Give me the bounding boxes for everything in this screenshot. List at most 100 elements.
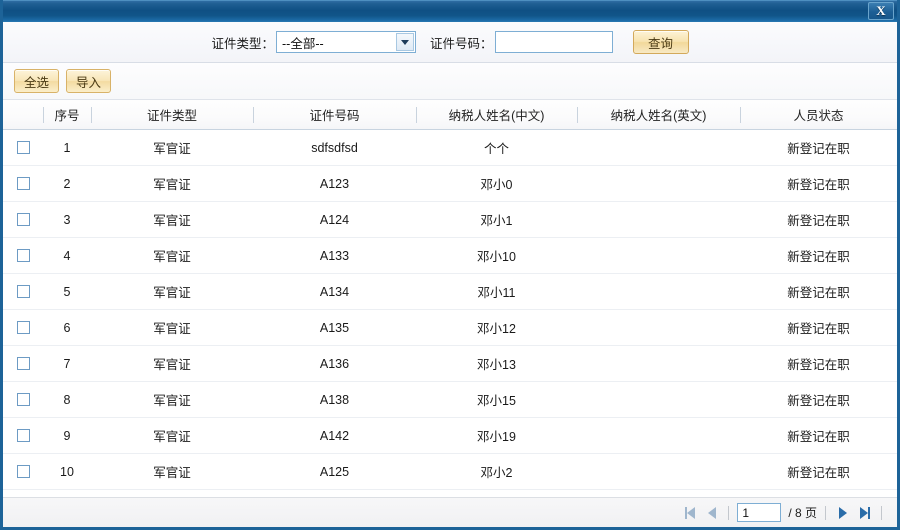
next-page-icon[interactable]	[834, 504, 851, 521]
table-row[interactable]: 6军官证A135邓小12 新登记在职	[3, 310, 897, 346]
pager-divider	[728, 506, 729, 520]
row-checkbox[interactable]	[3, 393, 43, 406]
row-checkbox[interactable]	[3, 177, 43, 190]
cert-type-select-value: --全部--	[277, 33, 324, 52]
cell-seq: 7	[43, 357, 91, 371]
cell-seq: 8	[43, 393, 91, 407]
row-checkbox[interactable]	[3, 285, 43, 298]
cell-cert-number: A142	[253, 429, 416, 443]
checkbox-icon[interactable]	[17, 213, 30, 226]
row-checkbox[interactable]	[3, 465, 43, 478]
application-window: X 证件类型： --全部-- 证件号码： 查询 全选 导入 序号 证件类型 证件…	[0, 0, 900, 530]
cell-name-cn: 邓小0	[416, 174, 577, 193]
cell-cert-type: 军官证	[91, 390, 253, 409]
action-toolbar: 全选 导入	[3, 63, 897, 100]
table-row[interactable]: 5军官证A134邓小11新登记在职	[3, 274, 897, 310]
cell-name-cn: 个个	[416, 138, 577, 157]
cell-status: 新登记在职	[740, 390, 897, 409]
page-number-input[interactable]	[737, 503, 781, 522]
cell-seq: 3	[43, 213, 91, 227]
checkbox-icon[interactable]	[17, 285, 30, 298]
cell-status: 新登记在职	[740, 210, 897, 229]
close-icon[interactable]: X	[868, 2, 894, 20]
cell-status: 新登记在职	[740, 354, 897, 373]
cell-name-cn: 邓小13	[416, 354, 577, 373]
search-bar: 证件类型： --全部-- 证件号码： 查询	[3, 22, 897, 63]
cell-name-cn: 邓小15	[416, 390, 577, 409]
cell-cert-type: 军官证	[91, 462, 253, 481]
row-checkbox[interactable]	[3, 321, 43, 334]
cell-cert-number: A124	[253, 213, 416, 227]
cell-name-cn: 邓小12	[416, 318, 577, 337]
table-row[interactable]: 3军官证A124邓小1 新登记在职	[3, 202, 897, 238]
checkbox-icon[interactable]	[17, 465, 30, 478]
cell-seq: 2	[43, 177, 91, 191]
cell-status: 新登记在职	[740, 318, 897, 337]
cert-number-label: 证件号码：	[430, 33, 493, 52]
cell-name-cn: 邓小19	[416, 426, 577, 445]
title-bar: X	[0, 0, 900, 22]
column-header-status: 人员状态	[740, 105, 897, 124]
select-all-button[interactable]: 全选	[14, 69, 59, 93]
last-page-icon[interactable]	[856, 504, 873, 521]
cell-name-cn: 邓小11	[416, 282, 577, 301]
cell-cert-number: sdfsdfsd	[253, 141, 416, 155]
cell-seq: 4	[43, 249, 91, 263]
column-header-name-cn: 纳税人姓名(中文)	[416, 105, 577, 124]
cell-seq: 10	[43, 465, 91, 479]
cell-name-cn: 邓小10	[416, 246, 577, 265]
table-row[interactable]: 10军官证A125邓小2 新登记在职	[3, 454, 897, 490]
cell-cert-number: A125	[253, 465, 416, 479]
cell-name-cn: 邓小1	[416, 210, 577, 229]
cell-status: 新登记在职	[740, 282, 897, 301]
row-checkbox[interactable]	[3, 249, 43, 262]
checkbox-icon[interactable]	[17, 357, 30, 370]
checkbox-icon[interactable]	[17, 249, 30, 262]
cell-cert-number: A135	[253, 321, 416, 335]
column-header-seq: 序号	[43, 105, 91, 124]
cell-cert-type: 军官证	[91, 210, 253, 229]
cell-status: 新登记在职	[740, 462, 897, 481]
table-row[interactable]: 4军官证A133邓小10新登记在职	[3, 238, 897, 274]
table-body: 1军官证sdfsdfsd个个新登记在职2军官证A123邓小0新登记在职3军官证A…	[3, 130, 897, 497]
import-button[interactable]: 导入	[66, 69, 111, 93]
chevron-down-icon[interactable]	[396, 33, 414, 51]
checkbox-icon[interactable]	[17, 177, 30, 190]
cell-cert-number: A134	[253, 285, 416, 299]
cell-cert-type: 军官证	[91, 318, 253, 337]
cell-status: 新登记在职	[740, 138, 897, 157]
cell-status: 新登记在职	[740, 246, 897, 265]
cell-cert-type: 军官证	[91, 426, 253, 445]
table-row[interactable]: 7军官证A136邓小13新登记在职	[3, 346, 897, 382]
checkbox-icon[interactable]	[17, 141, 30, 154]
page-total-label: / 8 页	[788, 504, 817, 521]
cell-cert-type: 军官证	[91, 174, 253, 193]
cell-status: 新登记在职	[740, 426, 897, 445]
table-row[interactable]: 8军官证A138邓小15新登记在职	[3, 382, 897, 418]
first-page-icon[interactable]	[681, 504, 698, 521]
row-checkbox[interactable]	[3, 429, 43, 442]
query-button[interactable]: 查询	[633, 30, 689, 54]
pager-divider-3	[881, 506, 882, 520]
row-checkbox[interactable]	[3, 141, 43, 154]
checkbox-icon[interactable]	[17, 429, 30, 442]
row-checkbox[interactable]	[3, 213, 43, 226]
cell-cert-number: A133	[253, 249, 416, 263]
cell-seq: 9	[43, 429, 91, 443]
column-header-name-en: 纳税人姓名(英文)	[577, 105, 740, 124]
cell-name-cn: 邓小2	[416, 462, 577, 481]
pagination-controls: / 8 页	[681, 503, 885, 522]
cell-cert-number: A136	[253, 357, 416, 371]
checkbox-icon[interactable]	[17, 393, 30, 406]
cert-number-input[interactable]	[495, 31, 613, 53]
cell-seq: 6	[43, 321, 91, 335]
prev-page-icon[interactable]	[703, 504, 720, 521]
cert-type-select[interactable]: --全部--	[276, 31, 416, 53]
table-row[interactable]: 2军官证A123邓小0新登记在职	[3, 166, 897, 202]
cert-type-label: 证件类型：	[211, 33, 274, 52]
cell-cert-type: 军官证	[91, 138, 253, 157]
table-row[interactable]: 9军官证A142邓小19 新登记在职	[3, 418, 897, 454]
row-checkbox[interactable]	[3, 357, 43, 370]
table-row[interactable]: 1军官证sdfsdfsd个个新登记在职	[3, 130, 897, 166]
checkbox-icon[interactable]	[17, 321, 30, 334]
